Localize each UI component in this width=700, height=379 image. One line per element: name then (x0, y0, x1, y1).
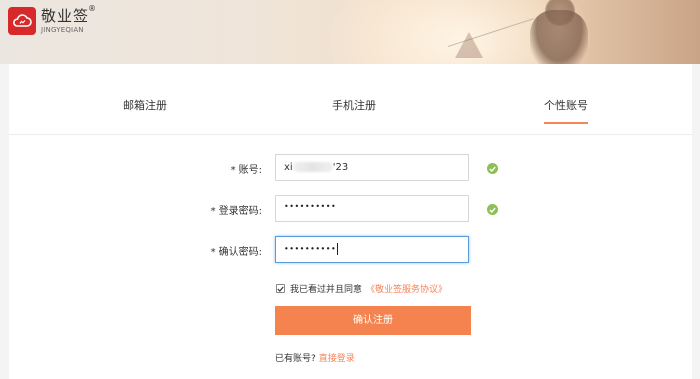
cloud-logo-icon (8, 7, 36, 35)
confirm-register-button[interactable]: 确认注册 (275, 306, 471, 335)
password-value: •••••••••• (284, 202, 337, 211)
confirm-password-row: * 确认密码: •••••••••• (9, 236, 692, 265)
confirm-password-input[interactable]: •••••••••• (275, 236, 469, 263)
account-value: xi '23 (284, 162, 349, 173)
brand-subtitle: JINGYEQIAN (41, 25, 84, 34)
confirm-password-value: •••••••••• (284, 243, 339, 255)
agreement-text: 我已看过并且同意 (290, 285, 363, 295)
brand-logo[interactable]: 敬业签 ® JINGYEQIAN (8, 3, 98, 35)
account-label: * 账号: (230, 165, 262, 176)
account-row: * 账号: xi '23 (9, 154, 692, 183)
agreement-row: 我已看过并且同意 《敬业签服务协议》 (276, 282, 447, 295)
tab-phone-register[interactable]: 手机注册 (332, 97, 376, 122)
valid-check-icon (487, 163, 498, 174)
password-input[interactable]: •••••••••• (275, 195, 469, 222)
registration-page: 敬业签 ® JINGYEQIAN 邮箱注册 手机注册 个性账号 * 账号: xi '2… (0, 0, 700, 379)
valid-check-icon (487, 204, 498, 215)
registration-panel: 邮箱注册 手机注册 个性账号 * 账号: xi '23 * 登录密码: •••••••… (9, 64, 692, 379)
password-row: * 登录密码: •••••••••• (9, 195, 692, 224)
banner-kite (455, 32, 483, 58)
agreement-checkbox[interactable] (276, 284, 285, 293)
brand-name: 敬业签 ® (41, 3, 98, 25)
brand-text: 敬业签 ® JINGYEQIAN (41, 3, 98, 34)
blurred-text (292, 162, 333, 172)
direct-login-link[interactable]: 直接登录 (319, 354, 355, 364)
confirm-password-label: * 确认密码: (210, 247, 262, 258)
required-mark: * (230, 165, 236, 176)
login-prompt-text: 已有账号? (275, 354, 316, 364)
required-mark: * (210, 206, 216, 217)
checkmark-icon (277, 286, 284, 292)
registration-tabs: 邮箱注册 手机注册 个性账号 (9, 64, 692, 135)
login-prompt: 已有账号? 直接登录 (275, 351, 355, 364)
service-agreement-link[interactable]: 《敬业签服务协议》 (366, 282, 447, 295)
tab-email-register[interactable]: 邮箱注册 (123, 97, 167, 122)
text-caret (337, 243, 339, 255)
banner-figure (530, 10, 588, 64)
required-mark: * (210, 247, 216, 258)
registered-mark: ® (88, 3, 98, 13)
header-banner: 敬业签 ® JINGYEQIAN (0, 0, 700, 64)
account-input[interactable]: xi '23 (275, 154, 469, 181)
tab-custom-account[interactable]: 个性账号 (544, 97, 588, 124)
password-label: * 登录密码: (210, 206, 262, 217)
